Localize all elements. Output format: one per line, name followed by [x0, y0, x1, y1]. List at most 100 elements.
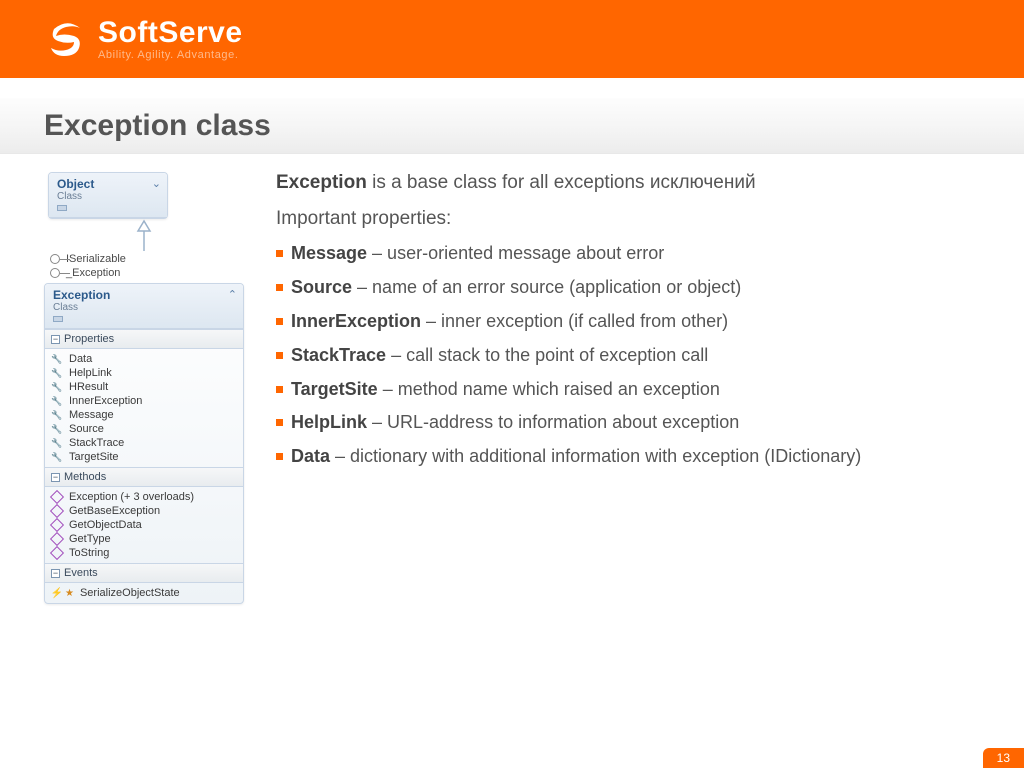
properties-section: − Properties [45, 329, 243, 349]
inheritance-connector [44, 219, 244, 251]
sub-heading: Important properties: [276, 208, 994, 230]
property-item: Source [49, 422, 239, 436]
method-icon [51, 491, 63, 503]
property-name: HResult [69, 381, 108, 393]
bullet-item: HelpLink – URL-address to information ab… [276, 409, 994, 437]
bullet-square-icon [276, 419, 283, 426]
bullet-square-icon [276, 250, 283, 257]
brand-logo: SoftServe Ability. Agility. Advantage. [44, 16, 243, 62]
intro-line: Exception is a base class for all except… [276, 172, 994, 194]
property-item: Message [49, 408, 239, 422]
property-name: InnerException [69, 395, 142, 407]
bullet-desc: – user-oriented message about error [367, 243, 664, 263]
bullet-desc: – name of an error source (application o… [352, 277, 741, 297]
chevron-down-icon: ⌄ [152, 177, 161, 190]
method-icon [51, 533, 63, 545]
exception-class-box: Exception Class ⌃ − Properties Data Help… [44, 283, 244, 604]
bullet-term: TargetSite [291, 379, 378, 399]
method-item: ToString [49, 546, 239, 560]
wrench-icon [51, 423, 63, 435]
object-class-box: Object Class ⌄ [48, 172, 168, 219]
lollipop-icon [50, 268, 60, 278]
bullet-term: Data [291, 446, 330, 466]
bullet-square-icon [276, 352, 283, 359]
title-band: Exception class [0, 98, 1024, 154]
property-name: Message [69, 409, 114, 421]
lightning-icon [51, 587, 63, 599]
method-icon [51, 519, 63, 531]
tag-icon [57, 205, 67, 211]
bullet-desc: – call stack to the point of exception c… [386, 345, 708, 365]
brand-tagline: Ability. Agility. Advantage. [98, 50, 243, 61]
tag-icon [53, 316, 63, 322]
method-item: GetType [49, 532, 239, 546]
interface-iserializable: ISerializable [50, 253, 244, 265]
bullet-item: Message – user-oriented message about er… [276, 240, 994, 268]
section-label: Properties [64, 333, 114, 345]
property-item: InnerException [49, 394, 239, 408]
method-name: GetObjectData [69, 519, 142, 531]
method-name: GetBaseException [69, 505, 160, 517]
bullet-square-icon [276, 284, 283, 291]
method-item: Exception (+ 3 overloads) [49, 490, 239, 504]
bullet-square-icon [276, 453, 283, 460]
wrench-icon [51, 367, 63, 379]
property-name: HelpLink [69, 367, 112, 379]
text-content: Exception is a base class for all except… [276, 172, 994, 604]
method-name: GetType [69, 533, 111, 545]
interface-label: ISerializable [66, 253, 126, 265]
bullet-desc: – inner exception (if called from other) [421, 311, 728, 331]
star-icon: ★ [65, 588, 74, 599]
bullet-desc: – URL-address to information about excep… [367, 412, 739, 432]
wrench-icon [51, 409, 63, 421]
lollipop-icon [50, 254, 60, 264]
page-number: 13 [983, 748, 1024, 768]
exception-class-kind: Class [53, 302, 237, 313]
property-item: HelpLink [49, 366, 239, 380]
collapse-icon: − [51, 473, 60, 482]
header-band: SoftServe Ability. Agility. Advantage. [0, 0, 1024, 78]
wrench-icon [51, 381, 63, 393]
brand-name: SoftServe [98, 18, 243, 48]
method-name: ToString [69, 547, 109, 559]
intro-rest: is a base class for all exceptions исклю… [367, 172, 756, 193]
bullet-item: InnerException – inner exception (if cal… [276, 308, 994, 336]
property-name: Data [69, 353, 92, 365]
intro-strong: Exception [276, 172, 367, 193]
interface-_exception: _Exception [50, 267, 244, 279]
property-name: Source [69, 423, 104, 435]
bullet-desc: – dictionary with additional information… [330, 446, 861, 466]
wrench-icon [51, 451, 63, 463]
bullet-desc: – method name which raised an exception [378, 379, 720, 399]
bullet-item: StackTrace – call stack to the point of … [276, 342, 994, 370]
brand-logo-icon [44, 16, 90, 62]
property-name: StackTrace [69, 437, 124, 449]
collapse-icon: − [51, 335, 60, 344]
object-class-name: Object [57, 177, 94, 191]
event-name: SerializeObjectState [80, 587, 180, 599]
bullet-item: Source – name of an error source (applic… [276, 274, 994, 302]
bullets-list: Message – user-oriented message about er… [276, 240, 994, 471]
property-item: Data [49, 352, 239, 366]
page-title: Exception class [44, 109, 271, 143]
bullet-term: Source [291, 277, 352, 297]
section-label: Methods [64, 471, 106, 483]
interface-label: _Exception [66, 267, 120, 279]
property-name: TargetSite [69, 451, 119, 463]
section-label: Events [64, 567, 98, 579]
object-class-kind: Class [57, 191, 161, 202]
bullet-item: Data – dictionary with additional inform… [276, 443, 994, 471]
bullet-term: StackTrace [291, 345, 386, 365]
class-diagram: Object Class ⌄ ISerializable _Exception … [44, 172, 244, 604]
method-icon [51, 547, 63, 559]
bullet-square-icon [276, 386, 283, 393]
bullet-square-icon [276, 318, 283, 325]
exception-class-name: Exception [53, 288, 110, 302]
method-item: GetBaseException [49, 504, 239, 518]
property-item: HResult [49, 380, 239, 394]
method-name: Exception (+ 3 overloads) [69, 491, 194, 503]
wrench-icon [51, 395, 63, 407]
method-item: GetObjectData [49, 518, 239, 532]
wrench-icon [51, 353, 63, 365]
property-item: TargetSite [49, 450, 239, 464]
